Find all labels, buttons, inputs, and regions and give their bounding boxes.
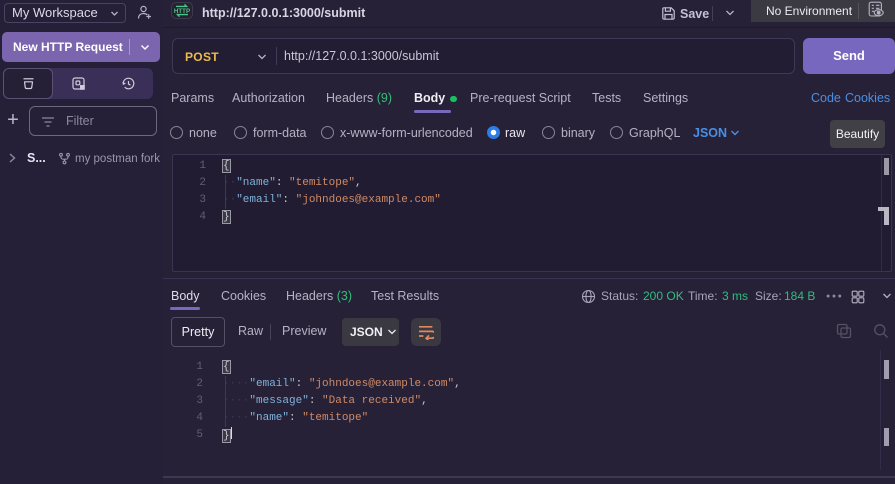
svg-text:HTTP: HTTP [174,8,190,15]
